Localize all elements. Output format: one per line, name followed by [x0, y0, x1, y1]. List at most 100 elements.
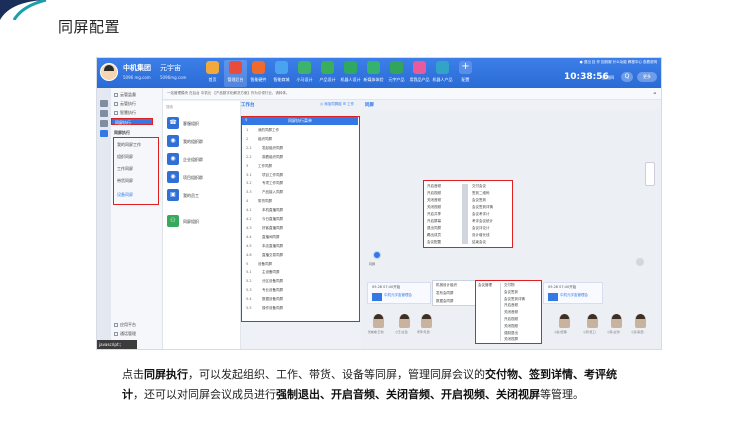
app-shop[interactable]: 智能商城: [270, 60, 293, 87]
member-avatar[interactable]: [587, 314, 598, 328]
menu-item[interactable]: 设计增长线: [472, 233, 490, 238]
tree-row[interactable]: 4.4 直播间同屏: [246, 235, 280, 240]
back-icon[interactable]: ◄: [653, 91, 656, 95]
app-robot-product[interactable]: 机器人产品: [431, 60, 454, 87]
nav-sub-sales-screen[interactable]: 带货同屏: [117, 178, 133, 184]
menu-item[interactable]: 考评会议统计: [472, 219, 493, 224]
menu-item[interactable]: 开启视频: [427, 191, 441, 196]
stage-tools[interactable]: [645, 162, 655, 186]
nav-item-cloud-exec[interactable]: 云管执行: [114, 101, 136, 107]
rail-chart-icon[interactable]: [100, 120, 108, 127]
menu-item[interactable]: 会议考评计: [472, 212, 490, 217]
menu-item[interactable]: 踢出成员: [427, 233, 441, 238]
contact-item[interactable]: ◉ 项目组织群: [167, 171, 237, 183]
menu-item[interactable]: 交付物: [504, 283, 515, 288]
menu-item[interactable]: 开启屏幕: [427, 219, 441, 224]
menu-item[interactable]: 会议签到详情: [504, 297, 525, 302]
nav-item-cloud-supervise[interactable]: 云管监督: [114, 92, 136, 98]
tree-row[interactable]: 3.3 产品接入同屏: [246, 190, 283, 195]
nav-item-smart-exec[interactable]: 智慧执行: [114, 110, 136, 116]
nav-sub-work-screen[interactable]: 工作同屏: [117, 166, 133, 172]
menu-item[interactable]: 发布会同屏: [436, 291, 454, 296]
tree-row[interactable]: 4.3 好客直播同屏: [246, 226, 283, 231]
app-admin[interactable]: 管理后台: [224, 60, 247, 87]
nav-item-call-manage[interactable]: 通话管理: [114, 331, 136, 337]
meeting-card[interactable]: 09.28 07:40开始 中机元宇宙管理会: [367, 282, 431, 304]
menu-item[interactable]: 关闭音频: [427, 198, 441, 203]
menu-item[interactable]: 会议配置: [427, 240, 441, 245]
menu-item[interactable]: 会议签到: [504, 290, 518, 295]
tree-row[interactable]: 3.1 项目工作同屏: [246, 173, 283, 178]
app-brand[interactable]: 用我品产品: [408, 60, 431, 87]
member-avatar[interactable]: [559, 314, 570, 328]
menu-scrollbar[interactable]: [462, 184, 468, 244]
menu-item[interactable]: 会议签到详情: [472, 205, 493, 210]
contact-item[interactable]: ☎ 客服组织: [167, 117, 237, 129]
contact-item[interactable]: ◉ 我的组织群: [167, 135, 237, 147]
tree-row[interactable]: 4.1 本机直播同屏: [246, 208, 283, 213]
nav-sub-org-screen[interactable]: 组织同屏: [117, 154, 133, 160]
menu-item[interactable]: 开启视频: [504, 317, 518, 322]
app-design[interactable]: 小马设计: [293, 60, 316, 87]
mode-name[interactable]: 元宇宙: [160, 63, 181, 73]
nav-sub-device-screen[interactable]: 设备同屏: [117, 192, 133, 198]
screen-node-icon[interactable]: [373, 251, 381, 259]
menu-item[interactable]: 开启共享: [427, 212, 441, 217]
menu-item[interactable]: 开启音频: [504, 303, 518, 308]
menu-item[interactable]: 数据会同屏: [436, 299, 454, 304]
app-config[interactable]: + 配置: [454, 60, 477, 87]
nav-item-screen-exec[interactable]: 同屏执行: [111, 118, 153, 125]
tree-row[interactable]: 5 设备同屏: [246, 262, 272, 267]
menu-item[interactable]: 结束会议: [472, 240, 486, 245]
tree-row[interactable]: 2 组织同屏: [246, 137, 272, 142]
app-home[interactable]: 首页: [201, 60, 224, 87]
menu-item[interactable]: 签到二维码: [472, 191, 490, 196]
nav-item-app-platform[interactable]: 应用平台: [114, 322, 136, 328]
user-avatar[interactable]: [100, 63, 118, 81]
rail-monitor-icon[interactable]: [100, 100, 108, 107]
member-avatar[interactable]: [399, 314, 410, 328]
tree-row[interactable]: 4.5 本店直播同屏: [246, 244, 283, 249]
search-button[interactable]: Q: [621, 72, 633, 82]
tree-row[interactable]: 5.5 操作设备同屏: [246, 306, 283, 311]
contact-item[interactable]: ▣ 我的员工: [167, 189, 237, 201]
app-product[interactable]: 产品设计: [316, 60, 339, 87]
tree-search-icon[interactable]: ⚲: [245, 118, 248, 122]
app-hardware[interactable]: 智能硬件: [247, 60, 270, 87]
contacts-search[interactable]: 搜索: [166, 105, 173, 110]
menu-item[interactable]: 交付会议: [472, 184, 486, 189]
tree-row[interactable]: 5.4 数据设备同屏: [246, 297, 283, 302]
top-links[interactable]: ● 退出 处 作 回到服 什么功能 教程中心 查看说明: [580, 60, 657, 65]
contact-item[interactable]: ⚇ 同屏组织: [167, 215, 237, 227]
tree-row[interactable]: 5.3 专业设备同屏: [246, 288, 283, 293]
member-avatar[interactable]: [635, 314, 646, 328]
rail-screen-icon[interactable]: [100, 130, 108, 137]
app-meta[interactable]: 元宇产品: [385, 60, 408, 87]
app-robot[interactable]: 机器人设计: [339, 60, 362, 87]
tree-row[interactable]: 1 我的同屏工作: [246, 128, 279, 133]
rail-list-icon[interactable]: [100, 110, 108, 117]
tree-row[interactable]: 5.2 分区设备同屏: [246, 279, 283, 284]
workspace-links[interactable]: ◎ 添加同屏组 ☰ 工作: [320, 102, 354, 107]
tree-row[interactable]: 4.2 今日直播同屏: [246, 217, 283, 222]
stage-indicator[interactable]: [636, 258, 644, 266]
menu-item[interactable]: 强制退出: [504, 331, 518, 336]
nav-sub-my-screen[interactable]: 我的同屏工作: [117, 142, 141, 148]
more-button[interactable]: 更多: [637, 72, 657, 82]
menu-item[interactable]: 会议评论计: [472, 226, 490, 231]
menu-item[interactable]: 关闭视屏: [504, 337, 518, 342]
tree-row[interactable]: 4 带货同屏: [246, 199, 272, 204]
tree-row[interactable]: 5.1 主设备同屏: [246, 270, 280, 275]
member-avatar[interactable]: [421, 314, 432, 328]
member-avatar[interactable]: [611, 314, 622, 328]
menu-item[interactable]: 机械设计组织: [436, 283, 457, 288]
menu-item[interactable]: 退出同屏: [427, 226, 441, 231]
member-avatar[interactable]: [373, 314, 384, 328]
menu-item[interactable]: 开启音频: [427, 184, 441, 189]
menu-item[interactable]: 会议签到: [472, 198, 486, 203]
menu-item[interactable]: 关闭音频: [504, 310, 518, 315]
meeting-card[interactable]: 09.28 07:40开始 中机元宇宙管理会: [543, 282, 603, 304]
tree-row[interactable]: 3.2 专项工作同屏: [246, 181, 283, 186]
tree-row[interactable]: 2.2 观看组织同屏: [246, 155, 283, 160]
menu-item[interactable]: 关闭视频: [427, 205, 441, 210]
